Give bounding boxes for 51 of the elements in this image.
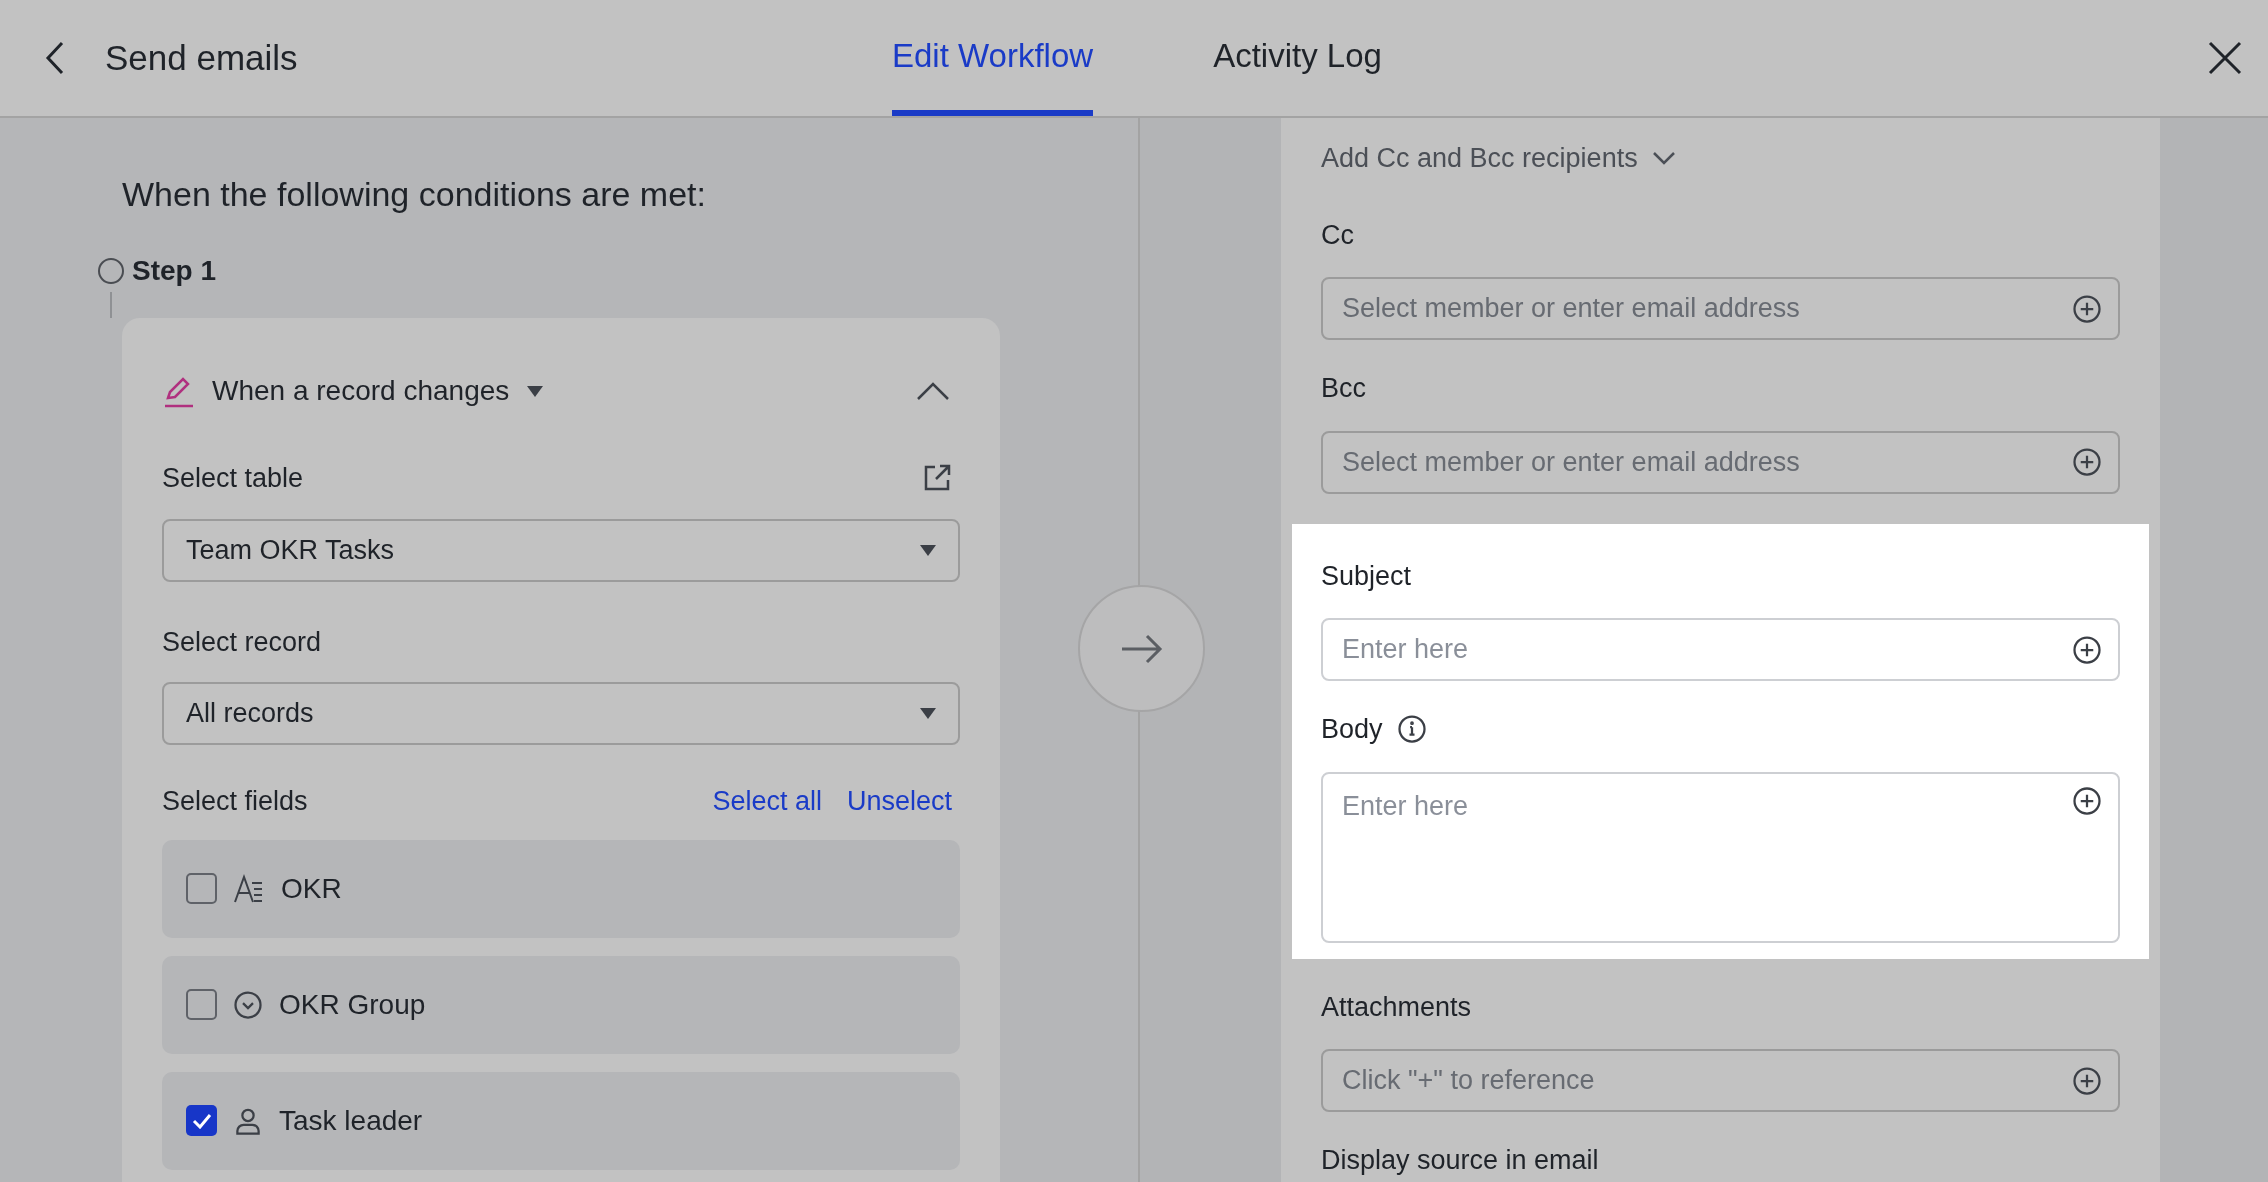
info-icon[interactable] [1396,714,1427,745]
field-option[interactable]: OKR Group [162,955,960,1054]
field-label: Bcc [1321,372,1366,405]
field-label: Subject [1321,559,1412,593]
input-field[interactable]: Click "+" to reference [1321,1049,2120,1112]
field-name: OKR Group [279,987,426,1022]
field-label: Display source in email [1321,1144,1599,1177]
close-icon[interactable] [2208,41,2242,75]
field-name: Task leader [279,1103,423,1138]
chevron-down-icon[interactable] [1651,151,1676,166]
checkbox[interactable] [186,873,217,904]
link[interactable]: Select all [712,781,822,822]
back-icon[interactable] [44,40,66,76]
checkbox[interactable] [186,1105,217,1136]
chevron-up-icon[interactable] [916,381,950,401]
step-label: Step 1 [132,254,217,288]
add-circle-icon[interactable] [2072,293,2102,324]
cc-bcc-toggle[interactable]: Add Cc and Bcc recipients [1321,138,1638,179]
caret-down-icon [920,544,936,556]
tab[interactable]: Activity Log [1213,0,1382,116]
select-dropdown[interactable]: All records [162,682,960,745]
field-label: Select fields [162,785,308,818]
field-label: Select table [162,462,304,495]
tab[interactable]: Edit Workflow [892,0,1094,116]
dropdown-circle-icon [233,989,263,1020]
input-field[interactable]: Select member or enter email address [1321,277,2120,340]
input-field[interactable]: Select member or enter email address [1321,430,2120,494]
field-label: Body [1321,713,1383,746]
link[interactable]: Unselect [846,781,952,822]
select-dropdown[interactable]: Team OKR Tasks [162,518,960,582]
add-circle-icon[interactable] [2072,1065,2102,1096]
add-circle-icon[interactable] [2072,785,2102,816]
field-label: Select record [162,625,322,659]
trigger-title[interactable]: When a record changes [212,370,510,412]
field-label: Attachments [1321,990,1472,1024]
field-label: Cc [1321,218,1354,252]
field-name: OKR [281,871,342,906]
conditions-heading: When the following conditions are met: [122,174,707,214]
arrow-right-icon [1119,632,1164,665]
text-area[interactable]: Enter here [1321,771,2120,943]
field-option[interactable]: Task leader [162,1071,960,1170]
page-title: Send emails [105,36,298,79]
check-icon [191,1112,212,1129]
add-circle-icon[interactable] [2072,447,2102,477]
caret-down-icon[interactable] [527,385,544,397]
field-option[interactable]: OKR [162,839,960,938]
text-field-icon [233,873,265,904]
caret-down-icon [920,708,936,719]
input-field[interactable]: Enter here [1321,618,2120,681]
add-circle-icon[interactable] [2072,634,2102,665]
checkbox[interactable] [186,989,217,1020]
